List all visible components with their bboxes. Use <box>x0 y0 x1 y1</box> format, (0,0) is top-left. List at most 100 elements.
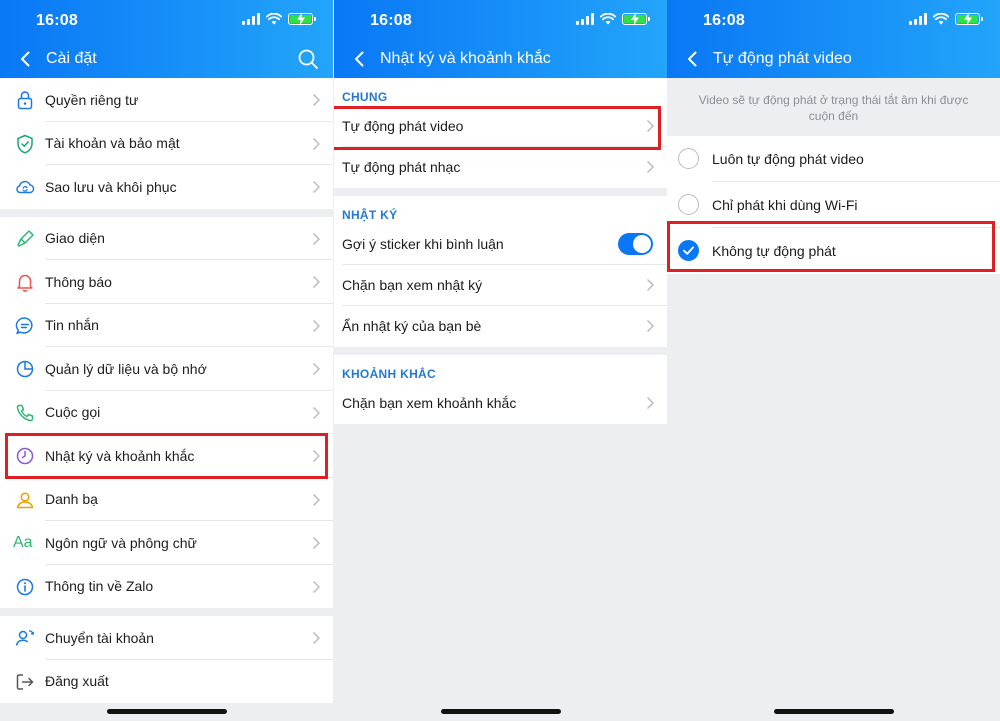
settings-group-account: Chuyển tài khoản Đăng xuất <box>0 616 333 703</box>
wifi-icon <box>600 13 616 25</box>
status-time: 16:08 <box>370 12 412 29</box>
settings-item-calls[interactable]: Cuộc gọi <box>0 391 333 434</box>
status-icons <box>576 12 650 26</box>
settings-item-appearance[interactable]: Giao diện <box>0 217 333 260</box>
settings-item-label: Sao lưu và khôi phục <box>45 178 177 195</box>
setting-hide-friends-timeline[interactable]: Ẩn nhật ký của bạn bè <box>334 306 667 347</box>
settings-item-label: Quản lý dữ liệu và bộ nhớ <box>45 360 207 377</box>
back-arrow-icon[interactable] <box>16 49 36 69</box>
header-bar: 16:08 Tự động phát video <box>667 0 1000 78</box>
phone-icon <box>16 404 34 421</box>
chevron-right-icon <box>647 161 654 173</box>
chevron-right-icon <box>313 276 320 288</box>
status-bar: 16:08 <box>667 0 1000 44</box>
chevron-right-icon <box>313 580 320 593</box>
status-time: 16:08 <box>703 12 745 29</box>
status-icons <box>242 12 316 26</box>
settings-item-timeline-moments[interactable]: Nhật ký và khoảnh khắc <box>0 434 333 478</box>
settings-item-contacts[interactable]: Danh bạ <box>0 478 333 521</box>
home-indicator <box>773 709 894 714</box>
page-title: Tự động phát video <box>713 50 852 67</box>
settings-item-label: Cuộc gọi <box>45 404 101 421</box>
settings-group-privacy: Quyền riêng tư Tài khoản và bảo mật Sao … <box>0 78 333 209</box>
settings-item-backup[interactable]: Sao lưu và khôi phục <box>0 165 333 209</box>
setting-autoplay-video[interactable]: Tự động phát video <box>334 106 667 147</box>
option-no-autoplay[interactable]: Không tự động phát <box>667 228 1000 274</box>
radio-unchecked-icon[interactable] <box>678 148 699 169</box>
setting-label: Tự động phát nhạc <box>342 159 461 175</box>
chevron-right-icon <box>313 94 320 106</box>
switch-account-icon <box>15 630 35 646</box>
wifi-icon <box>933 13 949 25</box>
setting-block-view-timeline[interactable]: Chặn bạn xem nhật ký <box>334 265 667 306</box>
settings-item-notifications[interactable]: Thông báo <box>0 260 333 304</box>
settings-item-label: Tin nhắn <box>45 317 99 334</box>
settings-item-switch-account[interactable]: Chuyển tài khoản <box>0 616 333 660</box>
settings-item-label: Giao diện <box>45 230 105 247</box>
back-arrow-icon[interactable] <box>350 49 370 69</box>
settings-item-logout[interactable]: Đăng xuất <box>0 660 333 704</box>
autoplay-description: Video sẽ tự động phát ở trạng thái tắt â… <box>667 78 1000 136</box>
paint-brush-icon <box>17 229 34 247</box>
nav-bar: Cài đặt <box>0 44 333 78</box>
radio-checked-icon[interactable] <box>678 240 699 261</box>
clock-icon <box>16 447 34 465</box>
section-general: CHUNG Tự động phát video Tự động phát nh… <box>334 78 667 188</box>
chevron-right-icon <box>313 137 320 150</box>
battery-icon <box>288 12 316 26</box>
section-timeline: NHẬT KÝ Gợi ý sticker khi bình luận Chặn… <box>334 196 667 347</box>
sticker-suggestion-toggle[interactable] <box>618 233 653 255</box>
settings-item-language-font[interactable]: Aa Ngôn ngữ và phông chữ <box>0 521 333 565</box>
settings-item-data-storage[interactable]: Quản lý dữ liệu và bộ nhớ <box>0 347 333 391</box>
pie-chart-icon <box>16 360 34 378</box>
page-title: Nhật ký và khoảnh khắc <box>380 50 551 67</box>
option-label: Không tự động phát <box>712 243 836 259</box>
section-moments: KHOẢNH KHẮC Chặn bạn xem khoảnh khắc <box>334 355 667 424</box>
battery-icon <box>955 12 983 26</box>
search-icon[interactable] <box>297 48 319 70</box>
nav-bar: Tự động phát video <box>667 44 1000 78</box>
status-icons <box>909 12 983 26</box>
settings-item-label: Ngôn ngữ và phông chữ <box>45 534 197 551</box>
settings-item-label: Danh bạ <box>45 491 98 508</box>
chevron-right-icon <box>313 232 320 245</box>
settings-item-privacy[interactable]: Quyền riêng tư <box>0 78 333 122</box>
settings-item-account-security[interactable]: Tài khoản và bảo mật <box>0 122 333 165</box>
settings-item-label: Chuyển tài khoản <box>45 629 154 646</box>
chevron-right-icon <box>313 319 320 332</box>
font-icon: Aa <box>13 534 33 551</box>
settings-item-about[interactable]: Thông tin về Zalo <box>0 565 333 609</box>
autoplay-options: Luôn tự động phát video Chỉ phát khi dùn… <box>667 136 1000 274</box>
back-arrow-icon[interactable] <box>683 49 703 69</box>
setting-block-view-moments[interactable]: Chặn bạn xem khoảnh khắc <box>334 383 667 424</box>
setting-autoplay-music[interactable]: Tự động phát nhạc <box>334 147 667 188</box>
chevron-right-icon <box>313 406 320 419</box>
status-time: 16:08 <box>36 12 78 29</box>
chevron-right-icon <box>313 450 320 462</box>
lock-icon <box>17 91 33 110</box>
home-indicator <box>106 709 227 714</box>
chevron-right-icon <box>313 537 320 549</box>
settings-item-label: Đăng xuất <box>45 673 109 690</box>
chat-icon <box>15 316 33 334</box>
contact-icon <box>16 491 34 508</box>
setting-label: Chặn bạn xem khoảnh khắc <box>342 395 517 411</box>
option-label: Luôn tự động phát video <box>712 151 864 167</box>
wifi-icon <box>266 13 282 25</box>
option-wifi-only[interactable]: Chỉ phát khi dùng Wi-Fi <box>667 182 1000 228</box>
settings-item-label: Quyền riêng tư <box>45 91 139 108</box>
chevron-right-icon <box>313 363 320 375</box>
section-header: KHOẢNH KHẮC <box>342 367 436 381</box>
radio-unchecked-icon[interactable] <box>678 194 699 215</box>
setting-label: Tự động phát video <box>342 118 464 134</box>
settings-item-label: Thông báo <box>45 273 112 290</box>
option-always-autoplay[interactable]: Luôn tự động phát video <box>667 136 1000 182</box>
cellular-signal-icon <box>576 13 594 25</box>
chevron-right-icon <box>647 279 654 291</box>
chevron-right-icon <box>313 632 320 644</box>
settings-item-messages[interactable]: Tin nhắn <box>0 304 333 347</box>
timeline-settings-screen: 16:08 Nhật ký và khoảnh khắc CHUNG Tự độ… <box>334 0 667 721</box>
header-bar: 16:08 Cài đặt <box>0 0 333 78</box>
chevron-right-icon <box>313 493 320 506</box>
logout-icon <box>16 673 34 690</box>
